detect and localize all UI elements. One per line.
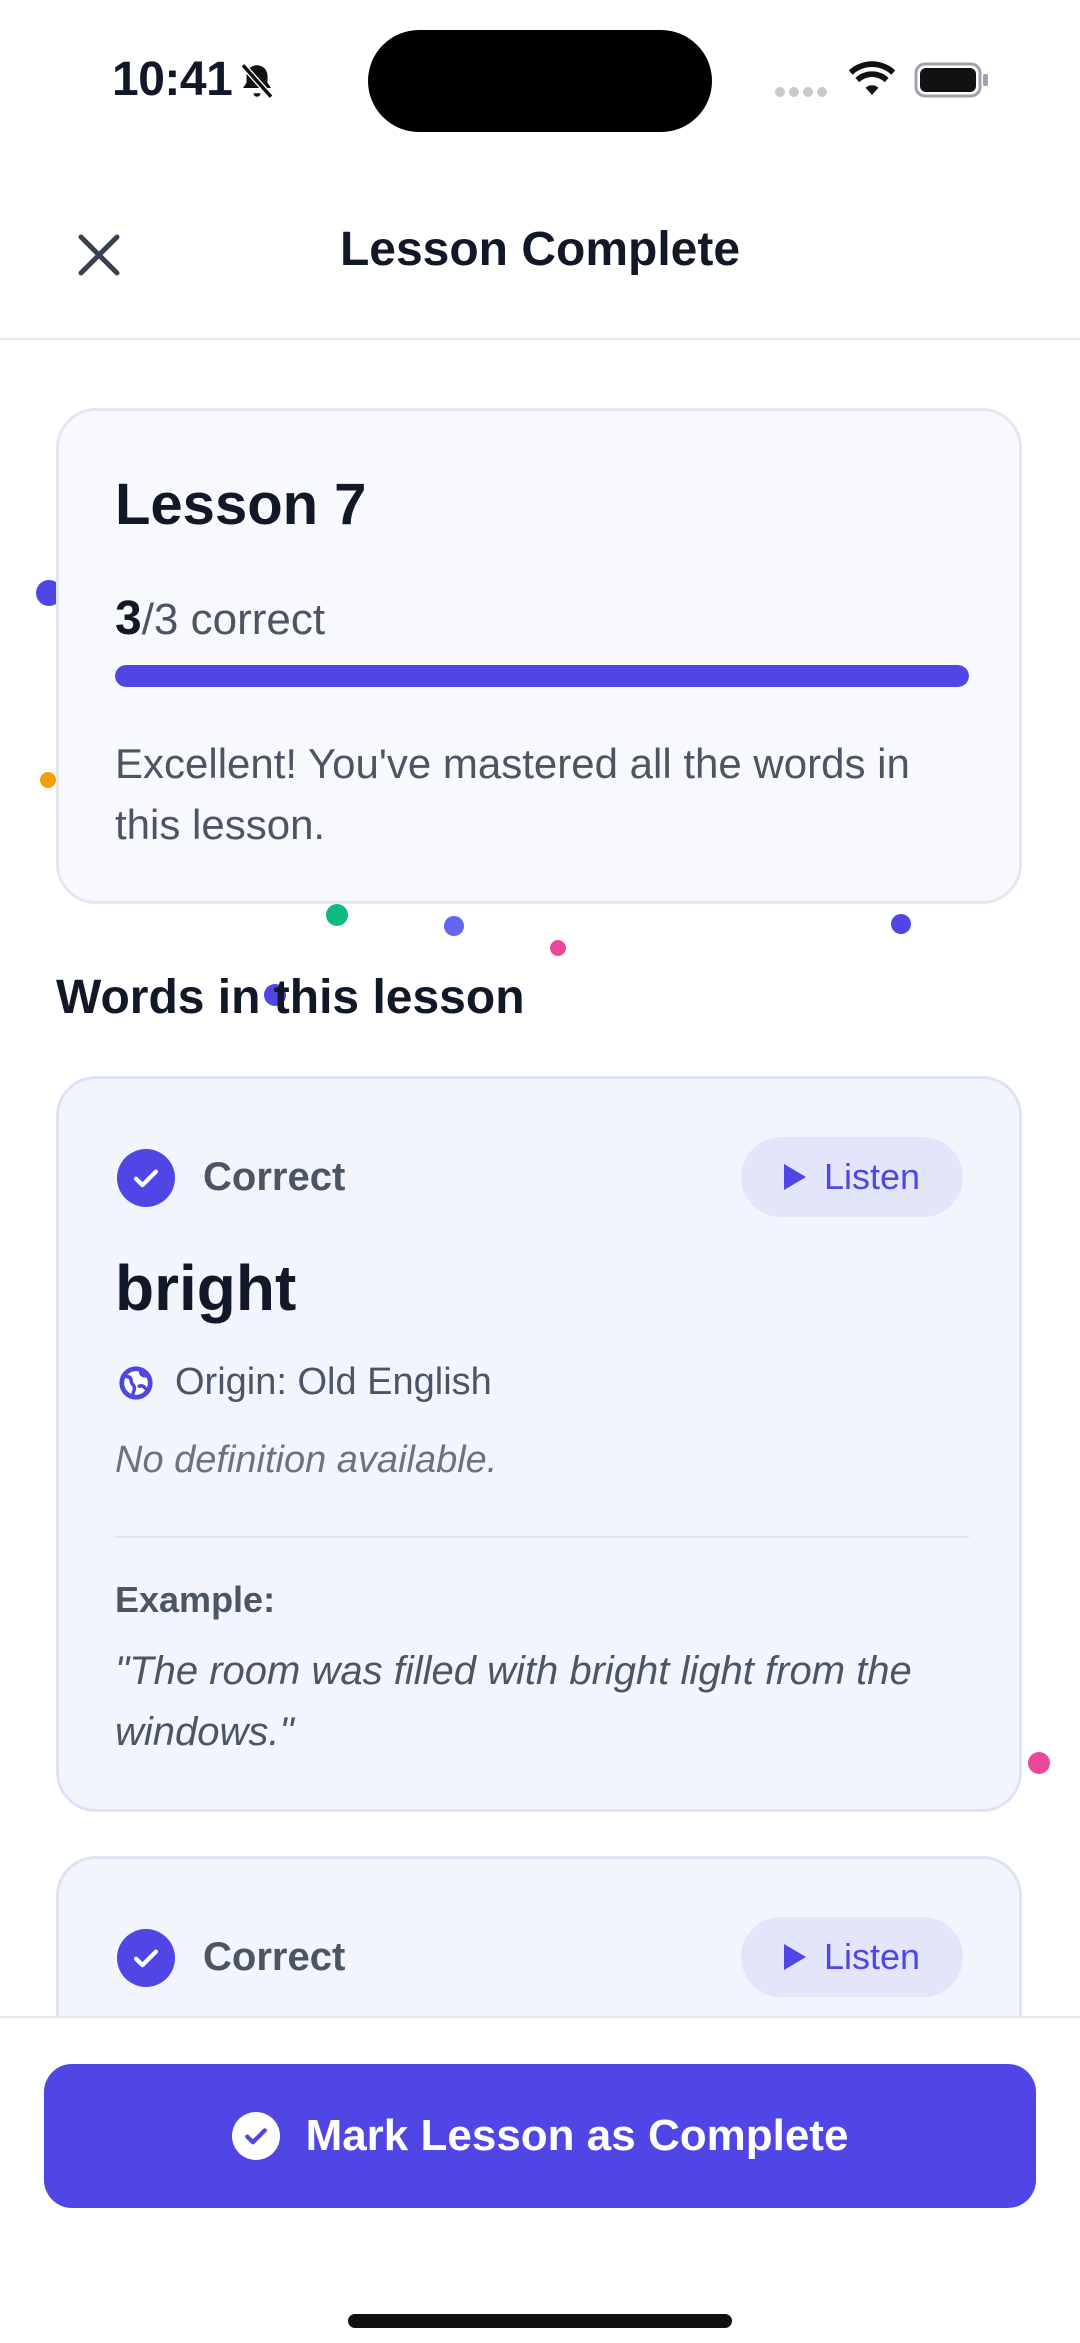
home-indicator xyxy=(348,2314,732,2328)
status-bar: 10:41 xyxy=(0,0,1080,160)
listen-label: Listen xyxy=(823,1156,921,1197)
word-card: Correct Listen bright Origin: Old Englis… xyxy=(56,1076,1022,1812)
check-circle-icon xyxy=(117,1149,175,1207)
score-progress-bar xyxy=(115,665,969,687)
word-status-label: Correct xyxy=(203,1935,346,1979)
battery-icon xyxy=(914,62,988,98)
play-icon xyxy=(783,1164,806,1190)
words-section-heading: Words in this lesson xyxy=(56,971,525,1024)
page-title: Lesson Complete xyxy=(339,223,741,276)
listen-label: Listen xyxy=(823,1936,921,1977)
score-text: 3/3 correct xyxy=(115,591,325,646)
header: Lesson Complete xyxy=(0,160,1080,340)
confetti-dot xyxy=(1028,1752,1050,1774)
lesson-title: Lesson 7 xyxy=(115,472,367,537)
mark-complete-button[interactable]: Mark Lesson as Complete xyxy=(44,2064,1036,2208)
score-total: /3 correct xyxy=(141,595,326,644)
origin-text: Origin: Old English xyxy=(175,1361,492,1403)
globe-icon xyxy=(119,1365,153,1400)
listen-button[interactable]: Listen xyxy=(741,1137,963,1217)
divider xyxy=(115,1536,969,1538)
word-definition: No definition available. xyxy=(115,1439,498,1481)
listen-button[interactable]: Listen xyxy=(741,1917,963,1997)
summary-message: Excellent! You've mastered all the words… xyxy=(115,740,910,848)
correct-count: 3 xyxy=(115,592,142,645)
example-sentence: "The room was filled with bright light f… xyxy=(115,1649,912,1754)
confetti-dot xyxy=(40,772,56,788)
lesson-summary-card: Lesson 7 3/3 correct Excellent! You've m… xyxy=(56,408,1022,904)
dynamic-island xyxy=(368,30,712,132)
score-progress-fill xyxy=(115,665,969,687)
check-circle-icon xyxy=(117,1929,175,1987)
word-status-label: Correct xyxy=(203,1155,346,1199)
confetti-dot xyxy=(891,914,911,934)
word-title: bright xyxy=(115,1252,297,1324)
bell-slash-icon xyxy=(240,63,274,99)
wifi-icon xyxy=(848,61,896,95)
mark-complete-label: Mark Lesson as Complete xyxy=(305,2111,849,2160)
status-time: 10:41 xyxy=(112,53,233,106)
example-label: Example: xyxy=(115,1579,276,1620)
word-origin: Origin: Old English xyxy=(117,1361,492,1404)
bottom-action-bar: Mark Lesson as Complete xyxy=(0,2016,1080,2343)
play-icon xyxy=(783,1944,806,1970)
confetti-dot xyxy=(444,916,464,936)
cellular-signal-icon xyxy=(775,87,827,97)
confetti-dot xyxy=(326,904,348,926)
confetti-dot xyxy=(550,940,566,956)
check-circle-icon xyxy=(231,2112,280,2160)
